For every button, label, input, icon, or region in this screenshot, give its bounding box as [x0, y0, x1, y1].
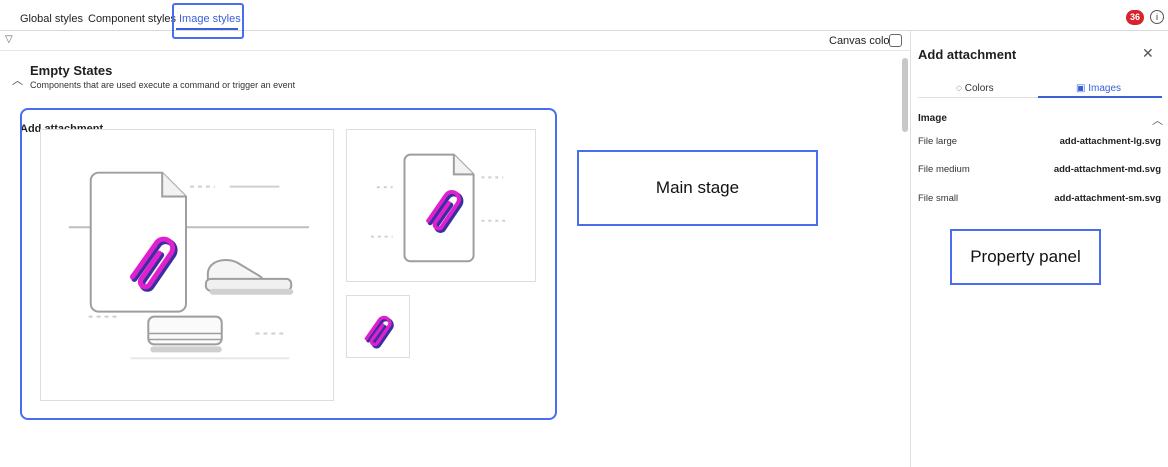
section-title: Empty States: [30, 63, 113, 78]
panel-title: Add attachment: [918, 47, 1017, 62]
notification-badge[interactable]: 36: [1126, 10, 1144, 25]
property-panel-callout: Property panel: [950, 229, 1101, 285]
tab-component-styles[interactable]: Component styles: [88, 13, 176, 25]
filter-icon[interactable]: ▽: [5, 34, 13, 45]
top-tab-bar: Global styles Component styles Image sty…: [0, 0, 1168, 39]
canvas-color-checkbox[interactable]: [889, 34, 902, 47]
section-description: Components that are used execute a comma…: [30, 80, 296, 90]
image-medium-preview[interactable]: [346, 129, 536, 282]
chevron-up-icon[interactable]: ︿: [1152, 112, 1163, 128]
property-value[interactable]: add-attachment-lg.svg: [1060, 136, 1161, 147]
palette-icon: ◌: [956, 83, 962, 94]
property-panel: Add attachment ✕ ◌ Colors ▣ Images Image…: [912, 31, 1168, 467]
image-small-preview[interactable]: [346, 295, 410, 358]
tab-global-styles[interactable]: Global styles: [20, 13, 83, 25]
image-section-label: Image: [918, 113, 947, 124]
tab-images-label: Images: [1088, 83, 1122, 94]
image-icon: ▣: [1076, 83, 1086, 94]
close-icon[interactable]: ✕: [1142, 45, 1154, 62]
property-value[interactable]: add-attachment-md.svg: [1054, 164, 1161, 175]
property-key: File small: [918, 193, 959, 204]
tab-colors-label: Colors: [964, 83, 994, 94]
chevron-up-icon[interactable]: ︿: [12, 72, 23, 88]
tab-colors[interactable]: ◌ Colors: [956, 83, 994, 94]
scrollbar[interactable]: [902, 58, 908, 132]
canvas-color-label: Canvas color: [829, 35, 894, 47]
property-value[interactable]: add-attachment-sm.svg: [1054, 193, 1161, 204]
add-attachment-large-illustration: [68, 171, 310, 360]
property-key: File medium: [918, 164, 970, 175]
image-large-preview[interactable]: [40, 129, 334, 401]
add-attachment-small-illustration: [364, 315, 394, 349]
main-stage-callout: Main stage: [577, 150, 818, 226]
active-panel-tab-indicator: [1038, 96, 1162, 98]
tab-images[interactable]: ▣ Images: [1076, 83, 1121, 94]
add-attachment-medium-illustration: [370, 153, 506, 263]
info-icon[interactable]: i: [1150, 10, 1164, 24]
property-key: File large: [918, 136, 958, 147]
filter-bar: ▽ Canvas color: [0, 31, 911, 51]
